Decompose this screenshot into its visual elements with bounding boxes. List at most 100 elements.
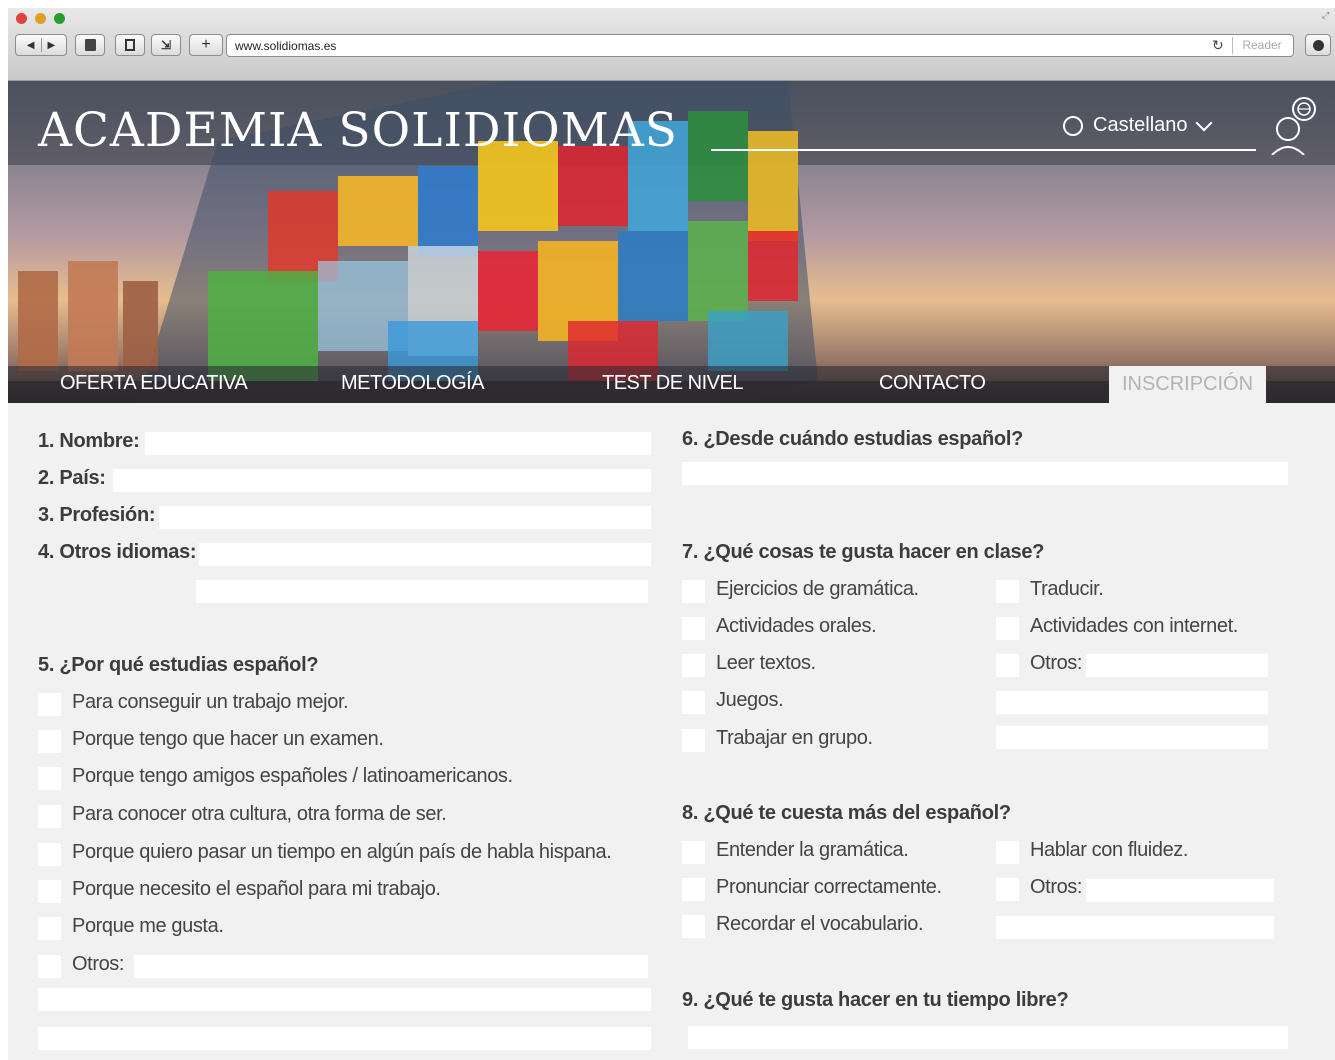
question-5-label: 5. ¿Por qué estudias español? xyxy=(38,654,319,676)
downloads-button[interactable] xyxy=(1305,34,1331,56)
q7-option-3: Leer textos. xyxy=(716,652,816,674)
q7-checkbox-otros[interactable] xyxy=(996,654,1019,677)
pais-input[interactable] xyxy=(113,469,651,492)
q8-option-otros: Otros: xyxy=(1030,876,1083,898)
language-selector[interactable]: Castellano xyxy=(1063,114,1213,137)
q5-otros-input[interactable] xyxy=(134,955,648,978)
question-3-label: 3. Profesión: xyxy=(38,504,156,526)
minimize-window-button[interactable] xyxy=(35,13,46,24)
nombre-input[interactable] xyxy=(145,432,651,455)
question-2-label: 2. País: xyxy=(38,467,106,489)
q7-checkbox-5[interactable] xyxy=(682,729,705,752)
q5-option-4: Para conocer otra cultura, otra forma de… xyxy=(72,803,447,825)
q7-option-2: Actividades orales. xyxy=(716,615,877,637)
q7-checkbox-2[interactable] xyxy=(682,617,705,640)
q8-checkbox-2[interactable] xyxy=(682,878,705,901)
fullscreen-icon[interactable]: ⤢ xyxy=(1322,10,1329,21)
q7-otros-input-3[interactable] xyxy=(996,726,1268,749)
nav-test-de-nivel[interactable]: TEST DE NIVEL xyxy=(602,372,743,395)
q5-checkbox-3[interactable] xyxy=(38,767,61,790)
book-icon xyxy=(84,39,96,51)
q7-option-1: Ejercicios de gramática. xyxy=(716,578,919,600)
q5-checkbox-2[interactable] xyxy=(38,730,61,753)
download-icon xyxy=(1312,39,1324,51)
close-window-button[interactable] xyxy=(16,13,27,24)
q7-checkbox-internet[interactable] xyxy=(996,617,1019,640)
q6-input[interactable] xyxy=(682,462,1288,485)
q7-checkbox-3[interactable] xyxy=(682,654,705,677)
globe-icon xyxy=(1063,115,1083,136)
share-button[interactable]: ⇲ xyxy=(151,34,181,56)
question-6-label: 6. ¿Desde cuándo estudias español? xyxy=(682,428,1024,450)
q5-checkbox-1[interactable] xyxy=(38,693,61,716)
reader-button[interactable]: Reader xyxy=(1232,37,1291,54)
nav-contacto[interactable]: CONTACTO xyxy=(879,372,986,395)
person-speech-globe-icon[interactable] xyxy=(1266,95,1318,155)
site-title[interactable]: ACADEMIA SOLIDIOMAS xyxy=(38,103,678,158)
q7-option-5: Trabajar en grupo. xyxy=(716,727,873,749)
question-1-label: 1. Nombre: xyxy=(38,430,140,452)
q9-input[interactable] xyxy=(688,1026,1288,1049)
q7-otros-input-2[interactable] xyxy=(996,691,1268,714)
q8-option-2: Pronunciar correctamente. xyxy=(716,876,942,898)
q8-checkbox-3[interactable] xyxy=(682,915,705,938)
q8-checkbox-1[interactable] xyxy=(682,841,705,864)
language-label: Castellano xyxy=(1093,114,1188,136)
otros-idiomas-input-2[interactable] xyxy=(196,580,648,603)
plus-icon: + xyxy=(201,36,211,53)
question-4-label: 4. Otros idiomas: xyxy=(38,541,197,563)
q5-option-6: Porque necesito el español para mi traba… xyxy=(72,878,441,900)
nav-oferta-educativa[interactable]: OFERTA EDUCATIVA xyxy=(60,372,248,395)
back-forward-buttons[interactable]: ◀ ▶ xyxy=(15,34,67,56)
reload-icon[interactable]: ↻ xyxy=(1212,37,1224,54)
reading-list-button[interactable] xyxy=(115,34,145,56)
main-nav: OFERTA EDUCATIVA METODOLOGÍA TEST DE NIV… xyxy=(8,366,1335,403)
q8-otros-input-2[interactable] xyxy=(996,916,1274,939)
browser-toolbar: ◀ ▶ ⇲ + www.solidiomas.es ↻ Reader ⤢ xyxy=(8,8,1335,81)
nav-inscripcion[interactable]: INSCRIPCIÓN xyxy=(1109,366,1266,403)
q7-otros-input[interactable] xyxy=(1086,654,1268,677)
q5-checkbox-otros[interactable] xyxy=(38,955,61,978)
back-arrow-icon[interactable]: ◀ xyxy=(27,40,35,51)
q7-option-traducir: Traducir. xyxy=(1030,578,1104,600)
q5-option-otros: Otros: xyxy=(72,953,125,975)
hero-banner: ACADEMIA SOLIDIOMAS Castellano OFERTA ED… xyxy=(8,81,1335,403)
address-bar[interactable]: www.solidiomas.es ↻ Reader xyxy=(226,34,1294,57)
q8-checkbox-fluidez[interactable] xyxy=(996,841,1019,864)
reading-list-icon xyxy=(125,39,135,51)
q8-option-1: Entender la gramática. xyxy=(716,839,909,861)
q5-checkbox-4[interactable] xyxy=(38,805,61,828)
chevron-down-icon xyxy=(1195,114,1213,131)
q5-option-7: Porque me gusta. xyxy=(72,915,224,937)
bookmarks-button[interactable] xyxy=(75,34,105,56)
zoom-window-button[interactable] xyxy=(54,13,65,24)
q8-otros-input[interactable] xyxy=(1086,879,1274,902)
q5-option-5: Porque quiero pasar un tiempo en algún p… xyxy=(72,841,612,863)
q5-checkbox-5[interactable] xyxy=(38,843,61,866)
share-icon: ⇲ xyxy=(160,38,172,52)
q7-checkbox-traducir[interactable] xyxy=(996,580,1019,603)
q8-checkbox-otros[interactable] xyxy=(996,878,1019,901)
question-7-label: 7. ¿Qué cosas te gusta hacer en clase? xyxy=(682,541,1045,563)
question-9-label: 9. ¿Qué te gusta hacer en tu tiempo libr… xyxy=(682,989,1069,1011)
question-8-label: 8. ¿Qué te cuesta más del español? xyxy=(682,802,1011,824)
q5-extra-input-2[interactable] xyxy=(38,1027,651,1050)
q5-option-3: Porque tengo amigos españoles / latinoam… xyxy=(72,765,513,787)
q7-checkbox-1[interactable] xyxy=(682,580,705,603)
q5-extra-input-1[interactable] xyxy=(38,988,651,1011)
registration-form: 1. Nombre: 2. País: 3. Profesión: 4. Otr… xyxy=(8,403,1335,1060)
q7-checkbox-4[interactable] xyxy=(682,691,705,714)
new-tab-button[interactable]: + xyxy=(189,34,223,56)
profesion-input[interactable] xyxy=(159,506,651,529)
q5-checkbox-6[interactable] xyxy=(38,880,61,903)
q7-option-4: Juegos. xyxy=(716,689,784,711)
q8-option-3: Recordar el vocabulario. xyxy=(716,913,924,935)
otros-idiomas-input[interactable] xyxy=(199,543,651,566)
nav-metodologia[interactable]: METODOLOGÍA xyxy=(341,372,485,395)
q5-checkbox-7[interactable] xyxy=(38,917,61,940)
forward-arrow-icon[interactable]: ▶ xyxy=(48,40,56,51)
q7-option-internet: Actividades con internet. xyxy=(1030,615,1238,637)
q5-option-1: Para conseguir un trabajo mejor. xyxy=(72,691,349,713)
q5-option-2: Porque tengo que hacer un examen. xyxy=(72,728,384,750)
header-divider xyxy=(711,149,1256,151)
